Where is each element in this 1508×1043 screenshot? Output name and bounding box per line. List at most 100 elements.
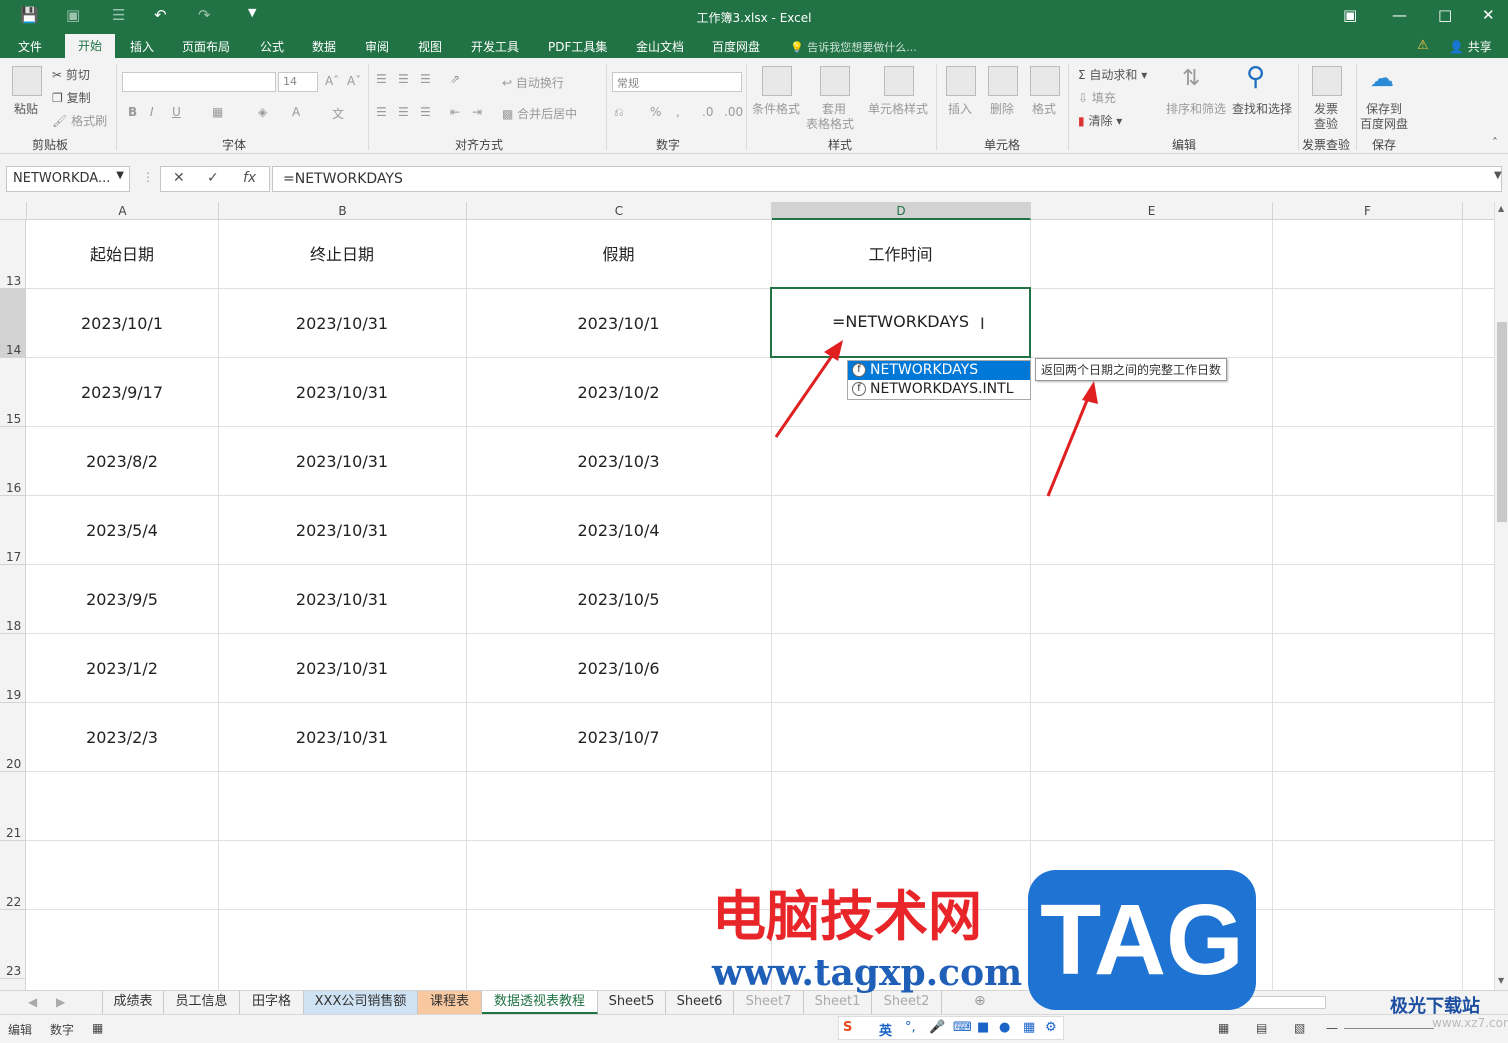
autocomplete-item-networkdays-intl[interactable]: f NETWORKDAYS.INTL [848,380,1030,399]
tab-file[interactable]: 文件 [18,38,42,55]
align-left-icon[interactable]: ☰ [376,105,387,119]
warning-icon[interactable]: ⚠ [1417,38,1429,53]
currency-icon[interactable]: ⎌ [614,105,624,120]
table-cell[interactable]: 2023/8/2 [26,427,218,496]
row-header[interactable]: 13 [0,220,26,289]
format-cells-button[interactable]: 格式 [1032,100,1056,117]
maximize-icon[interactable]: □ [1438,6,1452,24]
format-painter-button[interactable]: 🖌 格式刷 [52,112,107,129]
cell-styles-icon[interactable] [884,66,914,96]
indent-icon[interactable]: ⇤ [450,105,460,119]
table-cell[interactable]: 2023/10/31 [218,289,466,358]
sheet-tab[interactable]: Sheet6 [666,991,734,1014]
insert-cells-icon[interactable] [946,66,976,96]
column-header-c[interactable]: C [467,202,772,220]
sort-filter-button[interactable]: 排序和筛选 [1166,100,1226,117]
row-header[interactable]: 14 [0,289,26,358]
sogou-icon[interactable]: S [843,1020,852,1035]
row-header[interactable]: 20 [0,703,26,772]
border-icon[interactable]: ▦ [212,105,223,119]
sheet-tab[interactable]: Sheet1 [804,991,872,1014]
align-right-icon[interactable]: ☰ [420,105,431,119]
tab-kingsoft-docs[interactable]: 金山文档 [636,38,684,55]
vertical-scroll-thumb[interactable] [1497,322,1507,522]
punctuation-icon[interactable]: °, [905,1020,916,1035]
sheet-tab[interactable]: Sheet2 [872,991,942,1014]
table-cell[interactable]: 2023/5/4 [26,496,218,565]
ime-language[interactable]: 英 [879,1020,892,1039]
close-icon[interactable]: ✕ [1482,6,1495,24]
table-cell[interactable]: 2023/10/31 [218,427,466,496]
row-header[interactable]: 18 [0,565,26,634]
tab-view[interactable]: 视图 [418,38,442,55]
phonetic-icon[interactable]: 文 [332,105,344,122]
row-header[interactable]: 19 [0,634,26,703]
align-top-icon[interactable]: ☰ [376,72,387,86]
formula-input[interactable]: =NETWORKDAYS [272,166,1502,192]
row-header[interactable]: 17 [0,496,26,565]
column-header-d[interactable]: D [772,202,1031,220]
add-sheet-icon[interactable]: ⊕ [974,993,986,1009]
scroll-down-icon[interactable]: ▼ [1498,976,1504,985]
autocomplete-item-networkdays[interactable]: f NETWORKDAYS [848,361,1030,380]
collapse-ribbon-icon[interactable]: ˆ [1492,136,1498,150]
grow-font-icon[interactable]: Aˆ [325,74,339,88]
column-header-a[interactable]: A [27,202,219,220]
sheet-tab[interactable]: 成绩表 [102,991,164,1014]
table-cell[interactable]: 2023/10/31 [218,496,466,565]
minimize-icon[interactable]: — [1392,6,1407,24]
zoom-slider[interactable] [1344,1028,1434,1029]
sheet-tab[interactable]: 田字格 [240,991,304,1014]
paste-icon[interactable] [12,66,42,96]
tab-home[interactable]: 开始 [65,34,115,58]
number-format-combo[interactable]: 常规 [612,72,742,92]
align-center-icon[interactable]: ☰ [398,105,409,119]
bold-button[interactable]: B [128,105,137,119]
row-header[interactable]: 22 [0,841,26,910]
copy-button[interactable]: ❐ 复制 [52,89,91,106]
tab-data[interactable]: 数据 [312,38,336,55]
table-cell[interactable]: 2023/10/31 [218,358,466,427]
enter-icon[interactable]: ✓ [207,170,219,186]
sheet-tab[interactable]: 员工信息 [164,991,240,1014]
header-cell-holiday[interactable]: 假期 [466,220,771,289]
invoice-check-icon[interactable] [1312,66,1342,96]
name-box[interactable]: NETWORKDA... ▼ [6,166,130,192]
page-break-view-icon[interactable]: ▧ [1294,1021,1305,1035]
table-cell[interactable]: 2023/9/5 [26,565,218,634]
conditional-format-icon[interactable] [762,66,792,96]
header-cell-end-date[interactable]: 终止日期 [218,220,466,289]
align-middle-icon[interactable]: ☰ [398,72,409,86]
sort-filter-icon[interactable]: ⇅ [1182,66,1200,91]
merge-center-button[interactable]: ▩ 合并后居中 [502,105,577,122]
table-cell[interactable]: 2023/10/4 [466,496,771,565]
tab-insert[interactable]: 插入 [130,38,154,55]
orientation-icon[interactable]: ⇗ [450,72,460,86]
table-cell[interactable]: 2023/2/3 [26,703,218,772]
sheet-tab[interactable]: Sheet7 [734,991,804,1014]
outdent-icon[interactable]: ⇥ [472,105,482,119]
table-cell[interactable]: 2023/10/7 [466,703,771,772]
table-cell[interactable]: 2023/9/17 [26,358,218,427]
tab-developer[interactable]: 开发工具 [471,38,519,55]
table-cell[interactable]: 2023/10/5 [466,565,771,634]
italic-button[interactable]: I [150,105,154,119]
sheet-tab[interactable]: Sheet5 [598,991,666,1014]
microphone-icon[interactable]: 🎤 [929,1020,945,1035]
insert-cells-button[interactable]: 插入 [948,100,972,117]
zoom-out-icon[interactable]: — [1326,1021,1338,1035]
delete-cells-button[interactable]: 删除 [990,100,1014,117]
align-bottom-icon[interactable]: ☰ [420,72,431,86]
font-name-combo[interactable] [122,72,276,92]
cancel-icon[interactable]: ✕ [173,170,185,186]
scroll-up-icon[interactable]: ▲ [1498,204,1504,213]
find-select-icon[interactable]: ⚲ [1246,62,1265,92]
header-cell-work-time[interactable]: 工作时间 [771,220,1030,289]
sheet-tab-active[interactable]: 数据透视表教程 [482,991,598,1014]
column-header-b[interactable]: B [219,202,467,220]
ribbon-display-icon[interactable]: ▣ [1343,6,1357,24]
cell-styles-button[interactable]: 单元格样式 [868,100,928,117]
conditional-format-button[interactable]: 条件格式 [752,100,800,117]
sheet-tab[interactable]: XXX公司销售额 [304,991,418,1014]
table-cell[interactable]: 2023/10/31 [218,703,466,772]
